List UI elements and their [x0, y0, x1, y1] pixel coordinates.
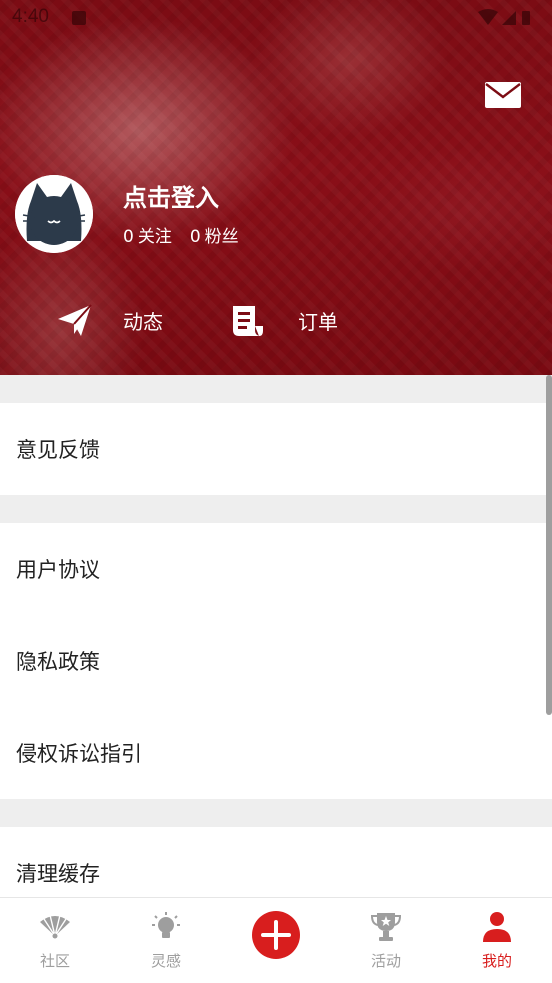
menu-item-infringement-guide[interactable]: 侵权诉讼指引 [0, 707, 552, 799]
sd-card-icon [72, 11, 86, 25]
menu-item-feedback[interactable]: 意见反馈 [0, 403, 552, 495]
plus-icon [261, 920, 291, 950]
following-count: 0 [123, 227, 134, 247]
tab-inspiration[interactable]: 灵感 [126, 898, 206, 983]
status-bar: 4:40 [0, 0, 552, 38]
tab-mine[interactable]: 我的 [457, 898, 537, 983]
tab-community[interactable]: 社区 [15, 898, 95, 983]
paper-plane-icon [58, 304, 92, 336]
lightbulb-icon [152, 912, 180, 938]
menu-group-legal: 用户协议 隐私政策 侵权诉讼指引 [0, 523, 552, 799]
menu-group-cache: 清理缓存 [0, 827, 552, 897]
tab-label: 我的 [481, 952, 512, 970]
orders-button[interactable]: 订单 [228, 300, 338, 340]
menu-item-clear-cache[interactable]: 清理缓存 [0, 827, 552, 897]
tab-label: 灵感 [150, 952, 181, 970]
cat-avatar-icon [15, 175, 93, 253]
status-time: 4:40 [12, 6, 49, 27]
tab-activities[interactable]: 活动 [346, 898, 426, 983]
orders-label: 订单 [298, 309, 338, 334]
fan-icon [40, 914, 70, 939]
feed-label: 动态 [123, 309, 163, 334]
signal-battery-icon [478, 9, 530, 25]
menu-group-feedback: 意见反馈 [0, 403, 552, 495]
settings-list: 意见反馈 用户协议 隐私政策 侵权诉讼指引 清理缓存 [0, 375, 552, 897]
mail-icon[interactable] [485, 82, 521, 108]
tab-label: 社区 [39, 952, 70, 970]
scrollbar[interactable] [546, 375, 552, 715]
profile-header: 4:40 点击登入 0 关注 0 粉丝 动态 订单 [0, 0, 552, 375]
menu-item-user-agreement[interactable]: 用户协议 [0, 523, 552, 615]
followers-count: 0 [189, 227, 201, 247]
tab-label: 活动 [370, 952, 401, 970]
followers-label[interactable]: 粉丝 [205, 227, 239, 247]
feed-button[interactable]: 动态 [55, 300, 163, 340]
follow-stats: 0 关注 0 粉丝 [123, 222, 243, 247]
receipt-scroll-icon [233, 306, 263, 336]
person-icon [483, 912, 511, 942]
menu-item-privacy-policy[interactable]: 隐私政策 [0, 615, 552, 707]
avatar[interactable] [15, 175, 93, 253]
add-post-button[interactable] [252, 911, 300, 959]
bottom-tab-bar: 社区 灵感 活动 我的 [0, 897, 552, 983]
login-prompt[interactable]: 点击登入 [123, 178, 219, 213]
following-label[interactable]: 关注 [138, 227, 172, 247]
trophy-icon [370, 913, 402, 941]
